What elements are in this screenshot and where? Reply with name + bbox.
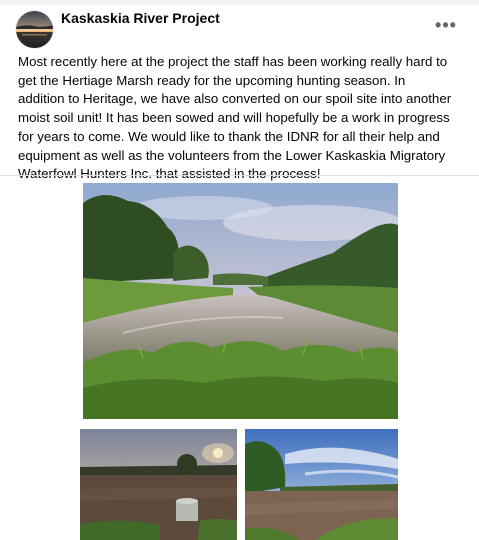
post-text: Most recently here at the project the st… <box>18 54 452 182</box>
page-avatar[interactable] <box>16 11 53 48</box>
post-divider <box>0 175 479 176</box>
post-photo-marsh-river[interactable] <box>83 183 398 419</box>
page-name-link[interactable]: Kaskaskia River Project <box>61 10 220 26</box>
more-options-button[interactable]: ••• <box>430 14 462 36</box>
river-sunset-avatar-icon <box>16 11 53 48</box>
post-photo-moist-soil-unit[interactable] <box>245 429 398 540</box>
facebook-post: Kaskaskia River Project ••• Most recentl… <box>0 0 479 540</box>
more-options-icon: ••• <box>435 15 457 35</box>
post-photo-spoil-site-sunset[interactable] <box>80 429 237 540</box>
feed-background-strip <box>0 0 479 5</box>
